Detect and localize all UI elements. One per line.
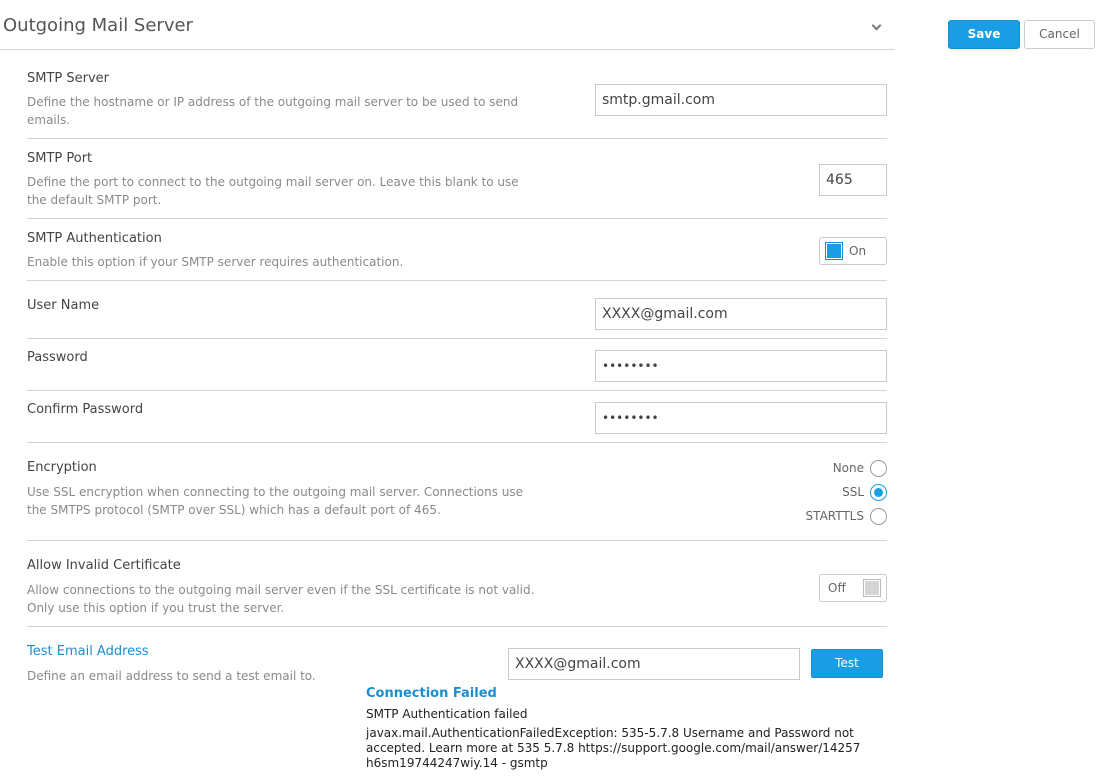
test-email-label: Test Email Address: [27, 644, 149, 659]
user-name-row: User Name XXXX@gmail.com: [27, 281, 887, 339]
smtp-auth-toggle-label: On: [849, 244, 867, 258]
smtp-auth-toggle[interactable]: On: [819, 237, 887, 265]
toggle-knob: [863, 579, 881, 597]
password-input[interactable]: ••••••••: [595, 350, 887, 382]
section-header[interactable]: Outgoing Mail Server: [0, 0, 895, 50]
result-title: Connection Failed: [366, 686, 497, 701]
result-detail: javax.mail.AuthenticationFailedException…: [366, 726, 861, 770]
confirm-password-input[interactable]: ••••••••: [595, 402, 887, 434]
radio-ssl[interactable]: [870, 483, 887, 501]
confirm-password-label: Confirm Password: [27, 402, 144, 417]
encryption-description: Use SSL encryption when connecting to th…: [27, 485, 524, 517]
cancel-button[interactable]: Cancel: [1024, 20, 1095, 49]
test-email-row: Test Email Address Define an email addre…: [27, 627, 887, 687]
radio-label-ssl: SSL: [842, 485, 864, 499]
test-email-description: Define an email address to send a test e…: [27, 669, 316, 683]
smtp-server-row: SMTP Server Define the hostname or IP ad…: [27, 62, 887, 139]
test-email-input[interactable]: XXXX@gmail.com: [508, 648, 800, 680]
smtp-auth-row: SMTP Authentication Enable this option i…: [27, 219, 887, 281]
result-message: SMTP Authentication failed: [366, 707, 528, 721]
encryption-label: Encryption: [27, 460, 97, 475]
section-title: Outgoing Mail Server: [3, 15, 193, 36]
smtp-server-description: Define the hostname or IP address of the…: [27, 95, 519, 127]
chevron-down-icon[interactable]: [871, 20, 882, 31]
smtp-port-description: Define the port to connect to the outgoi…: [27, 175, 519, 207]
radio-none[interactable]: [870, 459, 887, 477]
radio-option-none[interactable]: None: [833, 459, 887, 477]
connection-result: Connection Failed SMTP Authentication fa…: [366, 686, 906, 771]
confirm-password-row: Confirm Password ••••••••: [27, 391, 887, 443]
user-name-input[interactable]: XXXX@gmail.com: [595, 298, 887, 330]
smtp-auth-description: Enable this option if your SMTP server r…: [27, 255, 404, 269]
test-button[interactable]: Test: [811, 649, 883, 678]
smtp-port-row: SMTP Port Define the port to connect to …: [27, 139, 887, 219]
smtp-server-input[interactable]: smtp.gmail.com: [595, 84, 887, 116]
invalid-cert-toggle-label: Off: [828, 581, 846, 595]
radio-label-none: None: [832, 461, 864, 475]
password-row: Password ••••••••: [27, 339, 887, 391]
smtp-auth-label: SMTP Authentication: [27, 231, 162, 246]
encryption-row: Encryption Use SSL encryption when conne…: [27, 443, 887, 541]
smtp-server-label: SMTP Server: [27, 71, 110, 86]
invalid-cert-label: Allow Invalid Certificate: [27, 558, 181, 573]
radio-label-starttls: STARTTLS: [805, 509, 864, 523]
smtp-port-input[interactable]: 465: [819, 164, 887, 196]
radio-starttls[interactable]: [870, 507, 887, 525]
user-name-label: User Name: [27, 298, 100, 313]
radio-option-ssl[interactable]: SSL: [842, 483, 887, 501]
toggle-knob: [825, 242, 843, 260]
radio-option-starttls[interactable]: STARTTLS: [806, 507, 887, 525]
smtp-port-label: SMTP Port: [27, 151, 93, 166]
save-button[interactable]: Save: [948, 20, 1020, 49]
invalid-cert-description: Allow connections to the outgoing mail s…: [27, 583, 535, 615]
password-label: Password: [27, 350, 88, 365]
invalid-cert-row: Allow Invalid Certificate Allow connecti…: [27, 541, 887, 627]
invalid-cert-toggle[interactable]: Off: [819, 574, 887, 602]
